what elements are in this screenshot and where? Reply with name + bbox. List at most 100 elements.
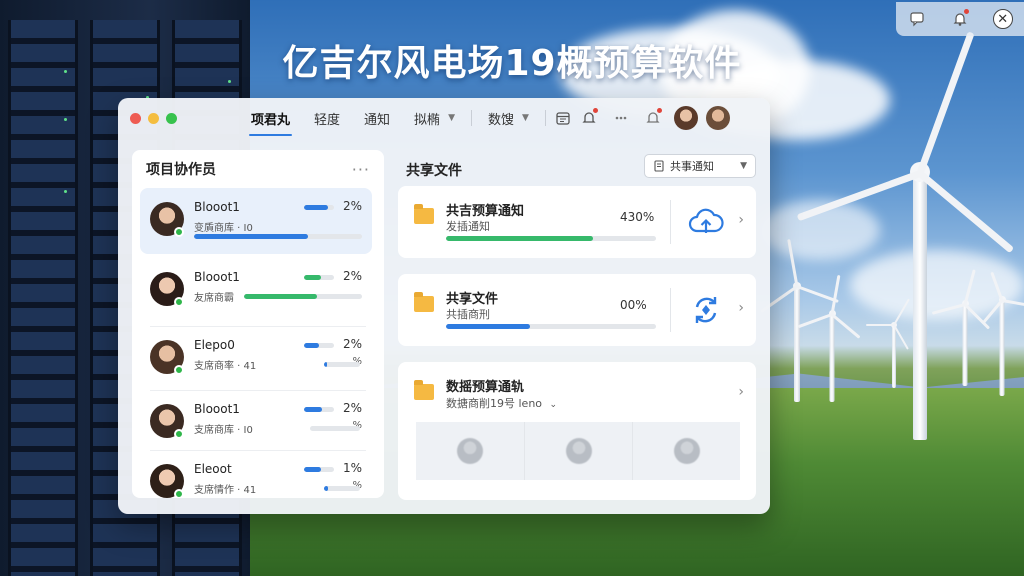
member-row[interactable]: Blooot1 支席商库 · I0 2% % <box>140 390 372 456</box>
budget-title: 数摇预算通轨 <box>446 380 525 395</box>
online-status-dot <box>174 429 184 439</box>
bell-icon[interactable] <box>640 105 666 131</box>
maximize-window-button[interactable] <box>166 112 177 124</box>
avatar <box>457 438 483 464</box>
budget-subtitle-text: 数搪商削19号 leno <box>446 397 543 410</box>
member-percent: 2% <box>342 401 362 415</box>
cloud-upload-icon[interactable] <box>688 204 724 240</box>
tab-progress[interactable]: 轻度 <box>302 98 352 138</box>
nav-tabs: 项君丸 轻度 通知 拟椭 ▼ 数馊 ▼ <box>239 98 730 138</box>
file-subtitle: 发插通知 <box>446 220 490 233</box>
mini-progress-bar <box>304 467 334 472</box>
avatar-slot[interactable] <box>524 422 632 480</box>
divider <box>470 110 472 126</box>
member-progress-bar <box>310 426 360 431</box>
chat-icon[interactable] <box>906 8 928 30</box>
share-button-label: 共事通知 <box>670 160 714 173</box>
file-percent: 430% <box>620 210 655 224</box>
tab-notifications[interactable]: 通知 <box>352 98 402 138</box>
wind-turbine <box>981 271 1024 396</box>
close-icon: ✕ <box>992 9 1013 29</box>
file-card[interactable]: 共吉预算通知 发插通知 430% › <box>398 186 756 258</box>
wind-turbine <box>760 238 839 402</box>
share-notify-dropdown[interactable]: 共事通知 ▼ <box>644 154 756 178</box>
chevron-right-icon[interactable]: › <box>738 212 744 228</box>
files-panel-title: 共享文件 <box>406 163 462 179</box>
mini-progress-bar <box>304 205 334 210</box>
file-progress-bar <box>446 236 656 241</box>
member-progress-bar <box>324 362 360 367</box>
member-row[interactable]: Eleoot 支席情作 · 41 1% % <box>140 450 372 498</box>
member-role: 变貭商库 · I0 <box>194 223 253 234</box>
avatar <box>673 438 700 464</box>
folder-icon <box>414 204 434 224</box>
tab-data[interactable]: 数馊 ▼ <box>476 98 541 138</box>
folder-icon <box>414 380 434 400</box>
notification-dot <box>592 108 598 113</box>
member-role: 支席商库 · I0 <box>194 425 253 436</box>
member-row[interactable]: Blooot1 友席商霸 2% <box>140 258 372 324</box>
wind-turbine <box>797 274 861 402</box>
budget-card[interactable]: 数摇预算通轨 数搪商削19号 leno ⌄ › <box>398 362 756 500</box>
avatar <box>565 438 592 464</box>
file-percent: 00% <box>620 298 647 312</box>
more-icon[interactable]: ··· <box>352 160 370 179</box>
avatar[interactable] <box>673 106 698 130</box>
panel-header: 项目协作员 ··· <box>132 150 384 188</box>
avatar-slot[interactable] <box>632 422 740 480</box>
file-title: 共吉预算通知 <box>446 204 525 219</box>
member-role: 支席情作 · 41 <box>194 485 257 496</box>
chevron-down-icon: ▼ <box>522 113 529 123</box>
tab-label: 拟椭 <box>414 112 441 128</box>
tab-plan[interactable]: 拟椭 ▼ <box>402 98 467 138</box>
avatar[interactable] <box>705 106 730 130</box>
member-row[interactable]: Elepo0 支席商率 · 41 2% % <box>140 326 372 392</box>
tab-label: 项君丸 <box>251 112 291 128</box>
avatar-slot[interactable] <box>416 422 524 480</box>
member-progress-bar <box>324 486 360 491</box>
member-name: Eleoot <box>194 462 232 476</box>
collaborators-panel: 项目协作员 ··· Blooot1 变貭商库 · I0 2% Blooot1 友… <box>132 150 384 498</box>
divider <box>670 200 671 244</box>
bell-icon[interactable] <box>949 8 971 30</box>
page-headline: 亿吉尔风电场19概预算软件 <box>282 43 742 84</box>
chevron-right-icon[interactable]: › <box>738 384 744 400</box>
notification-icon[interactable] <box>576 105 602 131</box>
calendar-icon[interactable] <box>550 105 576 131</box>
sync-icon[interactable] <box>688 292 724 328</box>
tab-label: 轻度 <box>314 112 341 128</box>
member-percent: 2% <box>342 337 362 351</box>
title-bar: 项君丸 轻度 通知 拟椭 ▼ 数馊 ▼ <box>118 98 770 138</box>
member-percent: 2% <box>342 269 362 283</box>
divider <box>544 110 546 126</box>
member-role: 支席商率 · 41 <box>194 361 257 372</box>
file-card[interactable]: 共享文件 共插商刑 00% › <box>398 274 756 346</box>
more-icon[interactable] <box>608 105 634 131</box>
member-percent: 2% <box>342 199 362 213</box>
system-controls: ✕ <box>896 2 1024 36</box>
tab-project[interactable]: 项君丸 <box>239 98 302 138</box>
file-progress-bar <box>446 324 656 329</box>
file-title: 共享文件 <box>446 292 499 307</box>
minimize-window-button[interactable] <box>148 112 159 124</box>
tab-label: 数馊 <box>487 112 514 128</box>
wind-turbine <box>866 298 910 388</box>
wind-turbine <box>931 269 991 386</box>
mini-progress-bar <box>304 275 334 280</box>
folder-icon <box>414 292 434 312</box>
chevron-down-icon: ▼ <box>740 161 747 171</box>
member-role: 友席商霸 <box>194 293 234 304</box>
chevron-right-icon[interactable]: › <box>738 300 744 316</box>
member-name: Blooot1 <box>194 402 240 416</box>
close-button[interactable]: ✕ <box>992 8 1014 30</box>
notification-dot <box>963 9 969 14</box>
member-name: Blooot1 <box>194 270 240 284</box>
chevron-down-icon: ⌄ <box>549 400 558 410</box>
notification-dot <box>656 108 662 113</box>
member-row[interactable]: Blooot1 变貭商库 · I0 2% <box>140 188 372 254</box>
document-icon <box>654 160 664 172</box>
panel-title: 项目协作员 <box>146 162 216 178</box>
member-name: Blooot1 <box>194 200 240 214</box>
close-window-button[interactable] <box>130 112 141 124</box>
divider <box>670 288 671 332</box>
